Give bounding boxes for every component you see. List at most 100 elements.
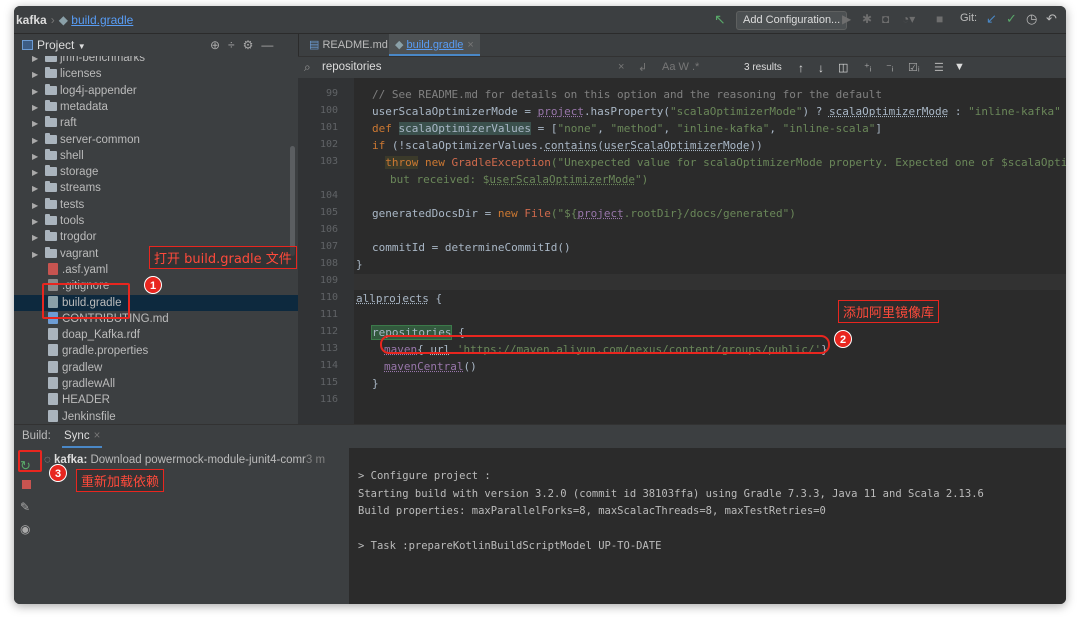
tree-folder[interactable]: ▶ shell: [14, 148, 298, 164]
newline-icon[interactable]: ↲: [638, 61, 647, 74]
code-line-107: commitId = determineCommitId(): [372, 241, 571, 254]
project-tree-scrollbar[interactable]: [290, 146, 295, 256]
tree-file[interactable]: Jenkinsfile: [14, 409, 298, 424]
tree-folder[interactable]: ▶ licenses: [14, 66, 298, 82]
git-update-icon[interactable]: ↙: [986, 11, 997, 27]
navigation-bar: kafka › ◆ build.gradle ↖ Add Configuration…: [14, 6, 1066, 34]
filter-icon[interactable]: ▼: [954, 61, 965, 73]
arrow-down-icon[interactable]: ↓: [818, 61, 824, 75]
line-number: 106: [319, 224, 338, 235]
spinner-icon: ◌: [44, 454, 55, 466]
sync-task-row[interactable]: ◌ kafka: Download powermock-module-junit…: [44, 454, 325, 466]
tree-file[interactable]: gradlewAll: [14, 376, 298, 392]
arrow-up-icon[interactable]: ↑: [798, 61, 804, 75]
close-icon[interactable]: ×: [467, 39, 473, 51]
tree-folder[interactable]: ▶ trogdor: [14, 229, 298, 245]
chevron-right-icon[interactable]: ▶: [32, 165, 42, 181]
toggle-occurrence-icon[interactable]: ☑ᵢ: [908, 61, 920, 74]
file-icon: [48, 393, 58, 406]
folder-icon: [45, 230, 57, 242]
tree-file[interactable]: gradlew: [14, 360, 298, 376]
file-icon: [48, 377, 58, 389]
chevron-right-icon[interactable]: ▶: [32, 230, 42, 246]
search-input[interactable]: repositories: [322, 61, 381, 73]
breadcrumb-file[interactable]: build.gradle: [71, 13, 133, 27]
project-panel-toolbar[interactable]: ⊕÷⚙—: [210, 38, 281, 52]
build-hammer-icon[interactable]: ↖: [714, 11, 726, 28]
tree-folder[interactable]: ▶ tests: [14, 197, 298, 213]
folder-icon: [45, 181, 57, 193]
code-line-105: generatedDocsDir = new File("${project.r…: [372, 207, 796, 220]
chevron-right-icon: ›: [50, 13, 55, 27]
folder-icon: [45, 148, 57, 160]
tree-item-label: raft: [60, 117, 77, 130]
tree-folder[interactable]: ▶ storage: [14, 164, 298, 180]
breadcrumb-project[interactable]: kafka: [16, 13, 47, 27]
code-line-102: if (!scalaOptimizerValues.contains(userS…: [372, 139, 763, 152]
chevron-right-icon[interactable]: ▶: [32, 133, 42, 149]
line-number: 116: [319, 394, 338, 405]
chevron-right-icon[interactable]: ▶: [32, 116, 42, 132]
tree-file[interactable]: doap_Kafka.rdf: [14, 327, 298, 343]
chevron-right-icon[interactable]: ▶: [32, 247, 42, 263]
tab-build-gradle[interactable]: ◆ build.gradle ×: [389, 34, 480, 56]
annotation-box-build-gradle: [42, 283, 130, 319]
code-line-101: def scalaOptimizerValues = ["none", "met…: [372, 122, 882, 135]
ide-window: kafka › ◆ build.gradle ↖ Add Configuration…: [14, 6, 1066, 604]
profile-icon[interactable]: ◔▾: [902, 12, 915, 26]
code-editor[interactable]: // See README.md for details on this opt…: [354, 78, 1066, 424]
chevron-right-icon[interactable]: ▶: [32, 67, 42, 83]
search-icon[interactable]: ⌕: [304, 60, 311, 75]
tree-folder[interactable]: ▶ streams: [14, 180, 298, 196]
stop-icon[interactable]: ■: [936, 12, 943, 26]
stop-icon[interactable]: [22, 480, 31, 489]
project-view-selector[interactable]: Project ▼: [22, 38, 86, 52]
tree-folder[interactable]: ▶ server-common: [14, 132, 298, 148]
tree-folder[interactable]: ▶ log4j-appender: [14, 83, 298, 99]
chevron-right-icon[interactable]: ▶: [32, 198, 42, 214]
close-icon[interactable]: ×: [94, 430, 101, 442]
debug-icon[interactable]: ✱: [862, 12, 872, 26]
coverage-icon[interactable]: ◘: [882, 12, 889, 26]
tree-item-label: licenses: [60, 68, 102, 81]
tree-folder[interactable]: ▶ jmh-benchmarks: [14, 56, 298, 66]
remove-occurrence-icon[interactable]: ⁻ᵢ: [886, 61, 894, 74]
add-occurrence-icon[interactable]: ⁺ᵢ: [864, 61, 872, 74]
project-icon: [22, 40, 33, 50]
project-panel-header: Project ▼ ⊕÷⚙—: [14, 34, 298, 56]
run-icon[interactable]: ▶: [842, 12, 851, 26]
chevron-right-icon[interactable]: ▶: [32, 84, 42, 100]
chevron-right-icon[interactable]: ▶: [32, 149, 42, 165]
chevron-right-icon[interactable]: ▶: [32, 181, 42, 197]
search-options[interactable]: Aa W .*: [662, 61, 699, 73]
chevron-right-icon[interactable]: ▶: [32, 214, 42, 230]
file-icon: [48, 409, 58, 422]
folder-icon: [45, 83, 57, 95]
rollback-icon[interactable]: ↶: [1046, 11, 1057, 27]
git-commit-icon[interactable]: ✓: [1006, 11, 1017, 27]
chevron-right-icon[interactable]: ▶: [32, 100, 42, 116]
line-number: 99: [325, 88, 338, 99]
tree-file[interactable]: gradle.properties: [14, 343, 298, 359]
folder-icon: [45, 165, 57, 177]
tree-folder[interactable]: ▶ metadata: [14, 99, 298, 115]
eye-icon[interactable]: ◉: [20, 522, 30, 536]
tree-folder[interactable]: ▶ raft: [14, 115, 298, 131]
history-icon[interactable]: ◷: [1026, 11, 1037, 27]
pin-icon[interactable]: ✎: [20, 500, 30, 514]
settings-icon[interactable]: ☰: [934, 61, 944, 74]
tab-sync[interactable]: Sync ×: [61, 430, 103, 448]
clear-search-icon[interactable]: ×: [618, 61, 624, 73]
file-icon: [48, 328, 58, 341]
tree-folder[interactable]: ▶ tools: [14, 213, 298, 229]
add-configuration-button[interactable]: Add Configuration...: [736, 11, 848, 30]
select-all-occurrences-icon[interactable]: ◫: [838, 61, 848, 74]
line-number: 103: [319, 156, 338, 167]
line-number: 102: [319, 139, 338, 150]
tree-file[interactable]: HEADER: [14, 392, 298, 408]
line-number: 108: [319, 258, 338, 269]
console-line: Build properties: maxParallelForks=8, ma…: [358, 505, 826, 517]
line-number: 112: [319, 326, 338, 337]
tree-item-label: shell: [60, 149, 84, 162]
current-line-highlight: [354, 274, 1066, 290]
